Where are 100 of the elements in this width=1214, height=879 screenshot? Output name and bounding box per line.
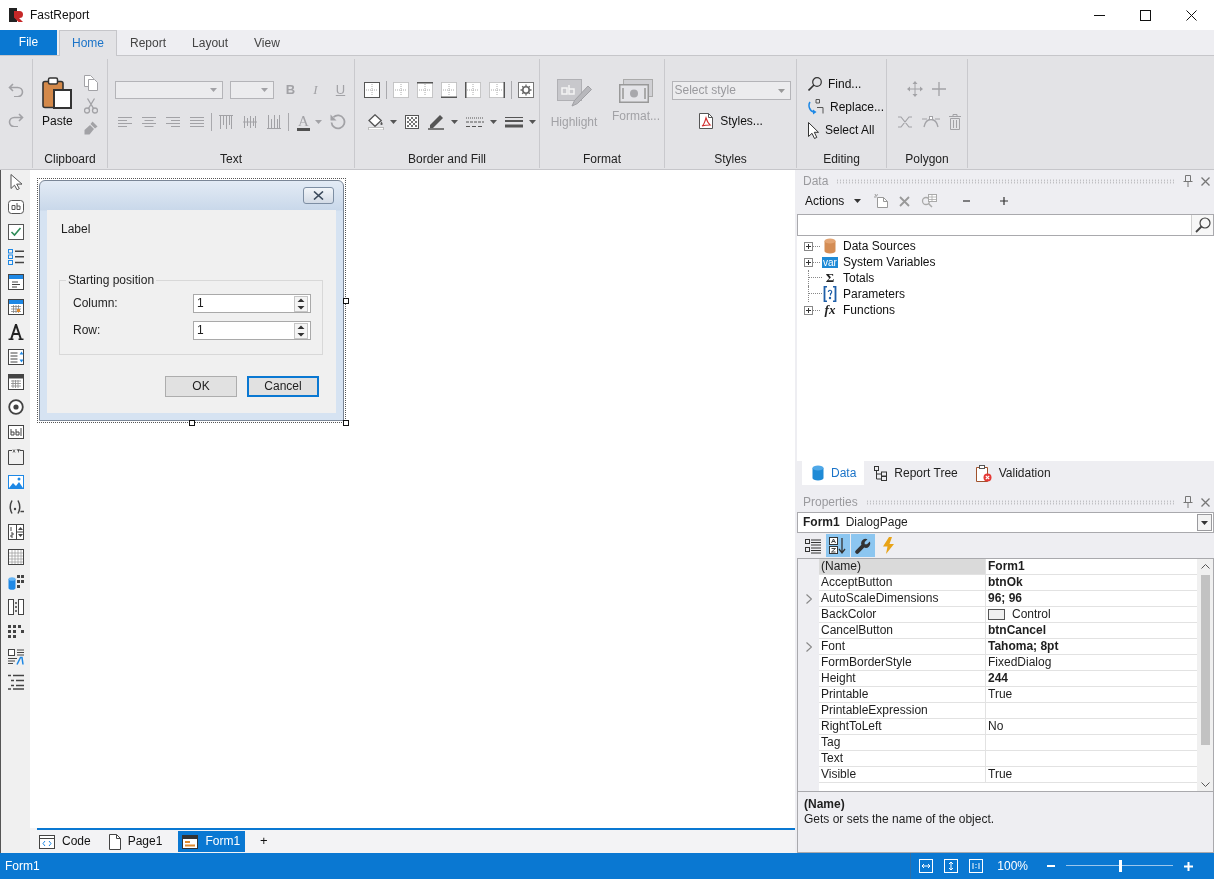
document-tab[interactable]: Page1 xyxy=(106,831,168,852)
select-all-button[interactable]: Select All xyxy=(806,121,886,139)
rich-text-icon[interactable] xyxy=(7,649,24,665)
document-tab[interactable]: Form1 xyxy=(178,831,246,852)
checkbox-icon[interactable] xyxy=(7,224,24,240)
parentheses-icon[interactable] xyxy=(7,499,24,515)
splitter-icon[interactable] xyxy=(7,599,24,615)
border-left-icon[interactable] xyxy=(465,82,481,98)
tree-item[interactable]: Data Sources xyxy=(843,238,916,254)
replace-button[interactable]: Replace... xyxy=(806,98,886,116)
bracket-frame-icon[interactable] xyxy=(7,449,24,465)
border-bottom-icon[interactable] xyxy=(441,82,457,98)
font-icon[interactable] xyxy=(7,324,24,340)
group-label: Clipboard xyxy=(44,152,96,166)
tree-item[interactable]: Totals xyxy=(843,270,875,286)
zoom-in-icon[interactable] xyxy=(1184,861,1193,871)
search-icon[interactable] xyxy=(1194,217,1211,233)
find-button[interactable]: Find... xyxy=(806,75,886,93)
minimize-icon[interactable] xyxy=(1093,14,1105,16)
property-value: No xyxy=(988,719,1004,734)
ribbon-tab[interactable]: Home xyxy=(59,30,117,56)
fill-bucket-icon[interactable] xyxy=(368,114,384,130)
dropdown-button[interactable] xyxy=(1197,514,1212,531)
selection-frame[interactable]: Label Starting position Column: 1 Row: 1 OK Cancel xyxy=(37,178,346,423)
resize-handle[interactable] xyxy=(343,298,349,304)
object-name: Form1 xyxy=(803,515,840,530)
paste-button[interactable]: Paste xyxy=(40,75,75,135)
properties-button[interactable] xyxy=(851,534,875,557)
line-style-icon[interactable] xyxy=(466,116,484,128)
panel-tab[interactable]: Validation xyxy=(965,461,1059,485)
dialog-button[interactable]: OK xyxy=(165,376,237,397)
ribbon-tab[interactable]: Report xyxy=(117,30,180,55)
panel-tab[interactable]: Data xyxy=(802,461,865,485)
tree-list-icon[interactable] xyxy=(7,674,24,690)
border-top-icon[interactable] xyxy=(417,82,433,98)
month-calendar-icon[interactable] xyxy=(7,374,24,390)
actions-button[interactable]: Actions xyxy=(803,193,864,209)
expander-icon[interactable] xyxy=(804,241,821,251)
spinner-icon[interactable] xyxy=(294,295,308,312)
tree-item[interactable]: Functions xyxy=(843,302,896,318)
slider-thumb[interactable] xyxy=(1118,860,1122,872)
panel-tab[interactable]: Report Tree xyxy=(864,461,966,485)
pattern-icon[interactable] xyxy=(405,115,419,129)
property-value: FixedDialog xyxy=(988,655,1052,670)
expander-icon[interactable] xyxy=(804,257,821,267)
dialog-close-button[interactable] xyxy=(303,187,334,204)
border-settings-icon[interactable] xyxy=(518,82,534,98)
text-box-icon[interactable] xyxy=(7,199,24,215)
styles-button[interactable]: Styles... xyxy=(697,112,765,130)
resize-handle[interactable] xyxy=(343,420,349,426)
combo-box-icon[interactable] xyxy=(7,274,24,290)
border-outline-icon[interactable] xyxy=(364,82,380,98)
spinner-icon[interactable] xyxy=(294,322,308,339)
object-selector[interactable]: Form1 DialogPage xyxy=(797,512,1214,533)
scrollbar[interactable] xyxy=(1197,559,1213,791)
scrollbar-thumb[interactable] xyxy=(1200,575,1210,745)
expand-icon[interactable] xyxy=(1000,197,1009,205)
ribbon-tab[interactable]: View xyxy=(241,30,293,55)
fit-page-icon[interactable] xyxy=(944,859,959,873)
form-label: Label xyxy=(61,222,91,237)
resize-handle[interactable] xyxy=(189,420,195,426)
fit-width-icon[interactable] xyxy=(919,859,934,873)
dot-grid-icon[interactable] xyxy=(7,624,24,640)
scroll-down-icon[interactable] xyxy=(1200,782,1210,787)
ribbon-tab[interactable]: Layout xyxy=(179,30,242,55)
pin-icon[interactable] xyxy=(1183,496,1193,508)
numeric-list-icon[interactable] xyxy=(7,524,24,540)
text-field-icon[interactable] xyxy=(7,424,24,440)
scroll-up-icon[interactable] xyxy=(1200,564,1210,569)
pin-icon[interactable] xyxy=(1183,175,1193,187)
pen-icon[interactable] xyxy=(427,114,445,130)
grid-icon[interactable] xyxy=(7,549,24,565)
tree-item[interactable]: System Variables xyxy=(843,254,936,270)
number-field[interactable]: 1 xyxy=(193,294,311,313)
image-icon[interactable] xyxy=(7,474,24,490)
chevron-icon[interactable] xyxy=(805,594,812,604)
font-size-field[interactable] xyxy=(230,81,274,99)
checklist-icon[interactable] xyxy=(7,249,24,265)
actual-size-icon[interactable] xyxy=(969,859,984,873)
close-icon[interactable] xyxy=(1185,9,1197,21)
new-item-icon[interactable] xyxy=(874,194,889,208)
dialog-button[interactable]: Cancel xyxy=(247,376,319,397)
pointer-icon[interactable] xyxy=(7,174,24,190)
line-width-icon[interactable] xyxy=(505,116,523,128)
chevron-icon[interactable] xyxy=(805,642,812,652)
expander-icon[interactable] xyxy=(804,305,821,315)
maximize-icon[interactable] xyxy=(1139,9,1151,21)
calendar-icon[interactable] xyxy=(7,299,24,315)
search-field[interactable] xyxy=(797,214,1214,236)
sort-button[interactable] xyxy=(826,534,850,557)
number-field[interactable]: 1 xyxy=(193,321,311,340)
list-box-icon[interactable] xyxy=(7,349,24,365)
document-tab[interactable]: Code xyxy=(37,831,96,852)
database-grid-icon[interactable] xyxy=(7,574,24,590)
border-right-icon[interactable] xyxy=(489,82,505,98)
add-tab-button[interactable]: + xyxy=(256,833,272,850)
variables-badge: var xyxy=(822,256,838,268)
tree-item[interactable]: Parameters xyxy=(843,286,906,302)
radio-button-icon[interactable] xyxy=(7,399,24,415)
file-menu-button[interactable]: File xyxy=(0,30,57,55)
